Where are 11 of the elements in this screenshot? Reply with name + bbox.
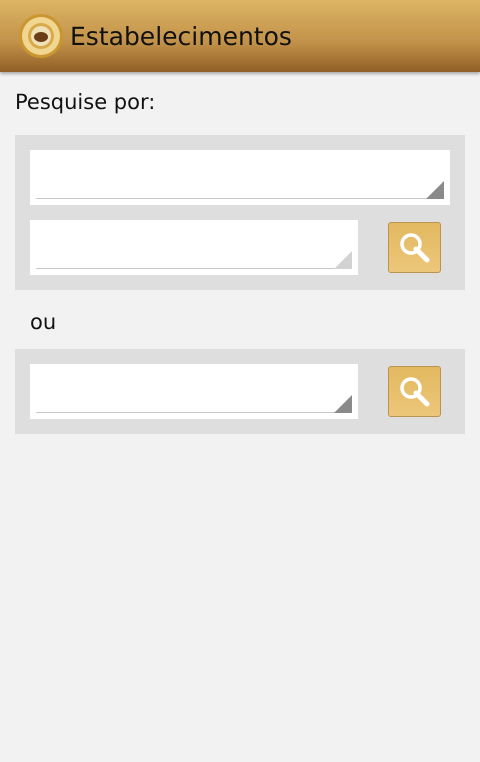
emblem-icon [18, 13, 64, 59]
search-button[interactable] [388, 366, 441, 417]
screen-title: Estabelecimentos [70, 22, 292, 50]
dropdown-field[interactable] [30, 364, 358, 419]
search-button[interactable] [388, 222, 441, 273]
search-prompt: Pesquise por: [15, 90, 156, 114]
search-icon [398, 374, 432, 408]
separator-text: ou [30, 310, 58, 334]
dropdown-field[interactable] [30, 150, 450, 205]
search-icon [398, 230, 432, 264]
dropdown-field[interactable] [30, 220, 358, 275]
